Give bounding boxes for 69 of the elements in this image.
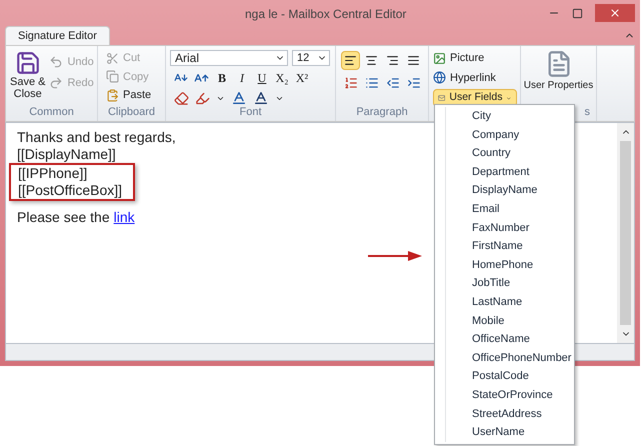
signature-line: [[PostOfficeBox]]	[18, 182, 122, 199]
menu-item[interactable]: OfficeName	[445, 330, 574, 349]
window-title: nga le - Mailbox Central Editor	[245, 6, 406, 23]
picture-icon	[433, 52, 446, 65]
menu-item[interactable]: Company	[445, 126, 574, 144]
signature-line: Thanks and best regards,	[17, 129, 176, 146]
picture-button[interactable]: Picture	[433, 50, 520, 66]
menu-item[interactable]: FirstName	[445, 237, 574, 256]
user-properties-button[interactable]: User Properties	[521, 46, 596, 107]
menu-item[interactable]: HomePhone	[445, 256, 574, 274]
menu-item[interactable]: Department	[445, 162, 574, 182]
menu-item[interactable]: Mobile	[445, 312, 574, 330]
copy-icon	[106, 70, 119, 84]
group-label: Common	[29, 107, 74, 120]
close-button[interactable]	[595, 4, 635, 22]
increase-indent-icon[interactable]	[407, 76, 421, 90]
eraser-icon[interactable]	[174, 90, 189, 106]
font-size-dropdown[interactable]: 12	[292, 50, 330, 66]
menu-item[interactable]: StateOrProvince	[445, 386, 574, 404]
undo-icon	[49, 55, 64, 70]
numbered-list-icon[interactable]	[344, 76, 358, 90]
font-icon[interactable]	[231, 90, 247, 106]
save-close-button[interactable]: Save & Close	[10, 50, 46, 107]
menu-item[interactable]: FaxNumber	[445, 218, 574, 238]
menu-item[interactable]: PostalCode	[445, 367, 574, 386]
format-button[interactable]: X₂	[275, 69, 289, 87]
menu-item[interactable]: OfficePhoneNumber	[445, 348, 574, 368]
arrow-drawing	[368, 250, 422, 262]
group-label: Font	[239, 107, 262, 120]
format-button[interactable]: U	[255, 69, 269, 87]
menu-item[interactable]: City	[445, 107, 574, 126]
decrease-indent-icon[interactable]	[386, 76, 400, 90]
font-family-dropdown[interactable]: Arial	[170, 50, 288, 66]
align-icon	[344, 54, 357, 67]
highlighter-icon[interactable]	[195, 90, 210, 106]
group-label: Clipboard	[108, 107, 156, 120]
menu-item[interactable]: LastName	[445, 292, 574, 312]
menu-item[interactable]: DisplayName	[445, 181, 574, 200]
menu-item[interactable]: JobTitle	[445, 274, 574, 293]
menu-item[interactable]: Country	[445, 144, 574, 163]
signature-line: [[IPPhone]]	[18, 165, 88, 182]
align-icon	[386, 54, 399, 67]
maximize-icon[interactable]	[572, 8, 583, 18]
menu-item[interactable]: UserName	[445, 423, 574, 442]
ribbon-tab[interactable]: Signature Editor	[5, 26, 110, 45]
align-icon	[407, 54, 420, 67]
menu-item[interactable]: Email	[445, 200, 574, 219]
menu-item[interactable]: StreetAddress	[445, 404, 574, 424]
format-button[interactable]: I	[235, 69, 249, 87]
group-label: s	[584, 107, 590, 120]
envelope-icon	[438, 92, 446, 104]
align-button[interactable]	[341, 51, 360, 70]
align-icon	[365, 54, 378, 67]
signature-line: [[DisplayName]]	[17, 146, 116, 163]
format-button[interactable]: B	[215, 69, 229, 87]
clipboard-icon	[106, 88, 119, 102]
link[interactable]: link	[114, 209, 135, 226]
scissors-icon	[106, 52, 119, 65]
group-label: Paragraph	[356, 107, 408, 120]
signature-line: Please see the	[17, 209, 110, 226]
globe-icon	[433, 71, 446, 84]
close-icon	[609, 7, 621, 19]
redo-icon	[49, 76, 64, 90]
font-color-icon[interactable]	[253, 90, 269, 106]
scrollbar[interactable]	[617, 123, 634, 343]
paste-button[interactable]: Paste	[106, 87, 165, 104]
hyperlink-button[interactable]: Hyperlink	[433, 70, 520, 86]
format-button[interactable]: X²	[295, 69, 309, 87]
bullet-list-icon[interactable]	[365, 76, 379, 90]
